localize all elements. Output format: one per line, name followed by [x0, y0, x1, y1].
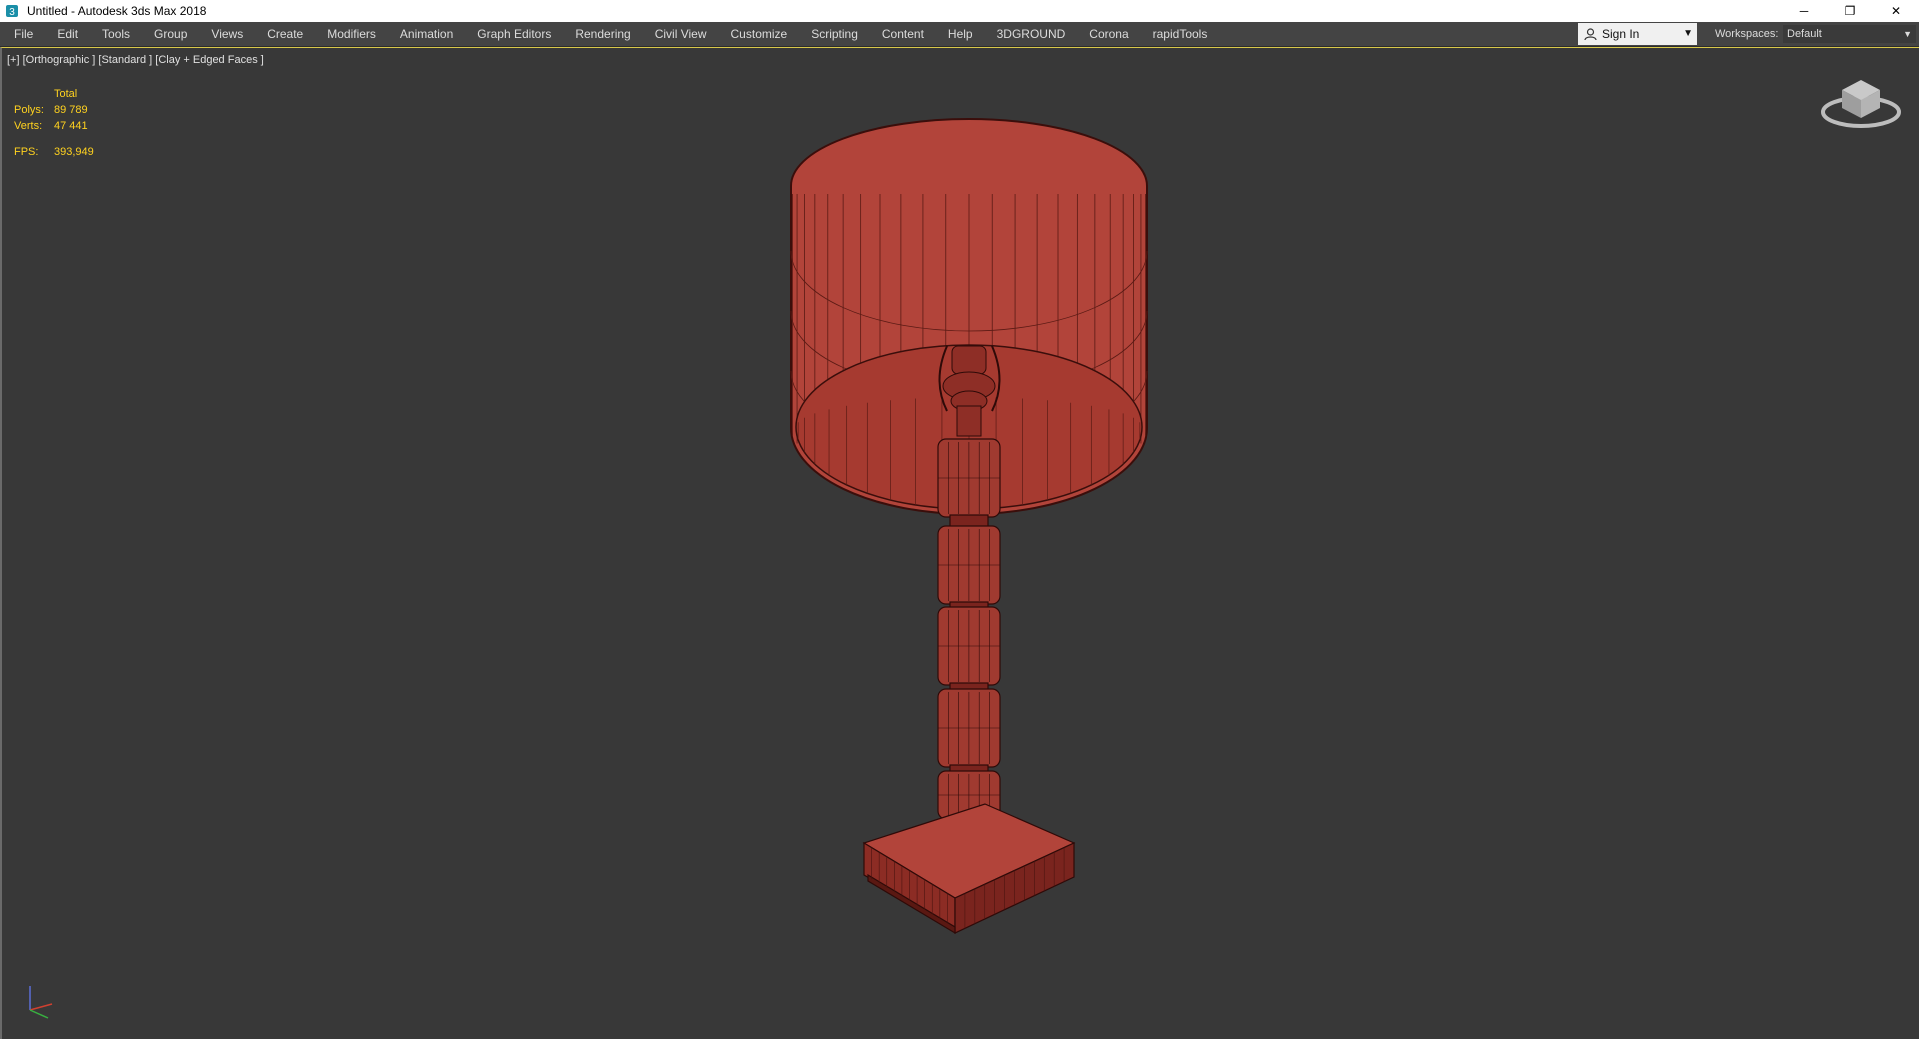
menu-tools[interactable]: Tools [90, 22, 142, 46]
viewport-label[interactable]: [+] [Orthographic ] [Standard ] [Clay + … [7, 54, 264, 66]
sign-in-button[interactable]: Sign In ▼ [1578, 23, 1697, 45]
menu-views[interactable]: Views [199, 22, 255, 46]
minimize-button[interactable]: ─ [1781, 0, 1827, 22]
verts-label: Verts: [14, 120, 43, 132]
viewport-statistics: Total Polys: 89 789 Verts: 47 441 FPS: 393,… [14, 86, 94, 160]
lamp-base [862, 803, 1076, 935]
stats-header: Total [54, 88, 78, 100]
viewcube-icon[interactable] [1820, 76, 1902, 132]
window-controls: ─ ❐ ✕ [1781, 0, 1919, 22]
chevron-down-icon: ▼ [1683, 28, 1693, 39]
menu-graph-editors[interactable]: Graph Editors [465, 22, 563, 46]
restore-button[interactable]: ❐ [1827, 0, 1873, 22]
menu-content[interactable]: Content [870, 22, 936, 46]
menu-group[interactable]: Group [142, 22, 199, 46]
lamp-stem [937, 438, 1001, 820]
polys-label: Polys: [14, 104, 44, 116]
menu-help[interactable]: Help [936, 22, 985, 46]
menu-animation[interactable]: Animation [388, 22, 465, 46]
menu-file[interactable]: File [0, 22, 45, 46]
workspace-select[interactable]: Default ▼ [1783, 25, 1916, 43]
menu-modifiers[interactable]: Modifiers [315, 22, 388, 46]
axis-tripod-icon [29, 986, 53, 1019]
chevron-down-icon: ▼ [1903, 29, 1912, 39]
menu-rapidtools[interactable]: rapidTools [1141, 22, 1220, 46]
workspace-value: Default [1787, 28, 1822, 40]
perspective-viewport[interactable]: [+] [Orthographic ] [Standard ] [Clay + … [0, 47, 1919, 1039]
window-title: Untitled - Autodesk 3ds Max 2018 [27, 4, 207, 18]
menu-3dground[interactable]: 3DGROUND [985, 22, 1078, 46]
close-button[interactable]: ✕ [1873, 0, 1919, 22]
menu-create[interactable]: Create [255, 22, 315, 46]
title-bar: 3 Untitled - Autodesk 3ds Max 2018 ─ ❐ ✕ [0, 0, 1919, 22]
sign-in-label: Sign In [1602, 27, 1640, 41]
menu-scripting[interactable]: Scripting [799, 22, 870, 46]
lamp-model[interactable] [762, 113, 1162, 993]
menu-rendering[interactable]: Rendering [563, 22, 642, 46]
fps-value: 393,949 [54, 146, 94, 158]
workspaces-label: Workspaces: [1715, 28, 1779, 40]
menu-corona[interactable]: Corona [1077, 22, 1140, 46]
menu-items: File Edit Tools Group Views Create Modif… [0, 22, 1219, 46]
menu-edit[interactable]: Edit [45, 22, 90, 46]
verts-value: 47 441 [54, 120, 88, 132]
svg-text:3: 3 [9, 7, 15, 18]
menu-civil-view[interactable]: Civil View [643, 22, 719, 46]
menu-customize[interactable]: Customize [719, 22, 800, 46]
user-icon [1584, 27, 1597, 40]
menu-bar: File Edit Tools Group Views Create Modif… [0, 22, 1919, 47]
fps-label: FPS: [14, 146, 39, 158]
polys-value: 89 789 [54, 104, 88, 116]
app-icon: 3 [6, 5, 18, 18]
